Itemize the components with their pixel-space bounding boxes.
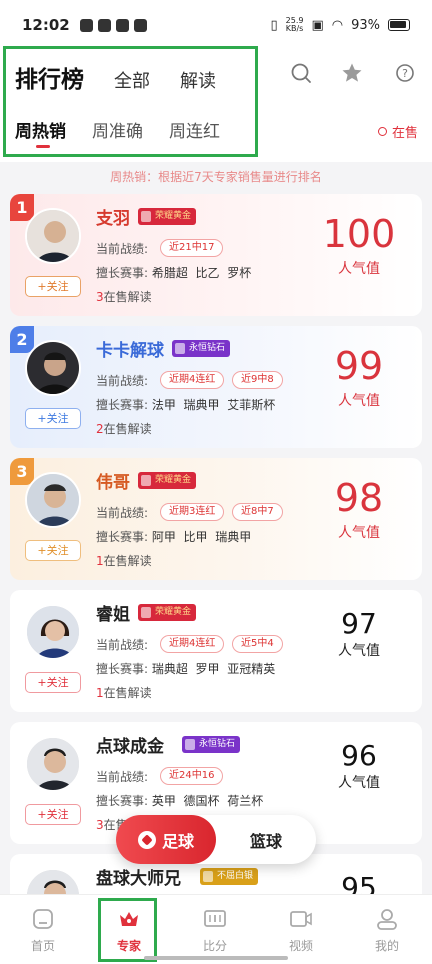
football-button[interactable]: 足球 [116, 815, 216, 864]
record-chip: 近9中8 [232, 371, 283, 389]
follow-button[interactable]: +关注 [25, 276, 81, 297]
rank-badge: 2 [10, 326, 34, 353]
honor-badge: 荣耀黄金 [138, 208, 197, 225]
record-chip: 近24中16 [160, 767, 224, 785]
expert-name: 伟哥 [96, 473, 130, 493]
popularity-value: 96 [341, 739, 377, 772]
popularity-value: 100 [322, 212, 396, 256]
status-right: ▯ 25.9 KB/s ▣ ◠ 93% [270, 17, 410, 33]
record-chip: 近期4连红 [160, 371, 225, 389]
avatar [25, 604, 81, 660]
record-chip: 近21中17 [160, 239, 224, 257]
record-chip: 近期3连红 [160, 503, 225, 521]
popularity-value: 98 [334, 476, 384, 520]
highlight-frame [3, 46, 258, 157]
honor-badge: 永恒钻石 [182, 736, 241, 753]
sim-icon: ▣ [311, 17, 324, 33]
specialty-row: 擅长赛事: 瑞典超 罗甲 亚冠精英 [96, 662, 276, 676]
rank-badge: 3 [10, 458, 34, 485]
record-label: 当前战绩: [96, 242, 149, 256]
popularity-label: 人气值 [338, 775, 380, 791]
battery-icon [388, 19, 410, 31]
radio-icon [377, 127, 387, 136]
avatar [25, 736, 81, 792]
expert-card[interactable]: 1 +关注 支羽 荣耀黄金 当前战绩: 近21中17 擅长赛事: 希腊超 比乙 … [10, 194, 422, 316]
status-bar: 12:02 ▯ 25.9 KB/s ▣ ◠ 93% [0, 0, 432, 50]
record-label: 当前战绩: [96, 770, 149, 784]
popularity-value: 99 [334, 344, 384, 388]
svg-text:?: ? [402, 67, 408, 80]
onsale-count: 3在售解读 [96, 290, 152, 304]
expert-card[interactable]: 2 +关注 卡卡解球 永恒钻石 当前战绩: 近期4连红 近9中8 擅长赛事: 法… [10, 326, 422, 448]
notification-icons [79, 18, 147, 32]
tiktok-icon [97, 18, 111, 32]
profile-icon [377, 909, 397, 930]
tab-profile[interactable]: 我的 [344, 895, 430, 964]
honor-badge: 永恒钻石 [172, 340, 231, 357]
onsale-count: 1在售解读 [96, 686, 152, 700]
expert-name: 支羽 [96, 209, 130, 229]
onsale-filter-label: 在售 [391, 126, 418, 141]
tab-home[interactable]: 首页 [0, 895, 86, 964]
app-notification-icon [115, 18, 129, 32]
home-icon [33, 909, 53, 929]
popularity-value: 97 [341, 607, 377, 640]
expert-name: 点球成金 [96, 737, 164, 757]
football-icon [137, 830, 156, 849]
record-chip: 近期4连红 [160, 635, 225, 653]
vibrate-icon: ▯ [270, 17, 278, 33]
expert-card[interactable]: 3 +关注 伟哥 荣耀黄金 当前战绩: 近期3连红 近8中7 擅长赛事: 阿甲 … [10, 458, 422, 580]
sport-toggle: 足球 篮球 [116, 815, 316, 864]
honor-badge: 荣耀黄金 [138, 604, 197, 621]
scoreboard-icon [204, 910, 226, 927]
popularity-label: 人气值 [338, 525, 380, 541]
star-icon[interactable] [341, 62, 363, 84]
record-label: 当前战绩: [96, 506, 149, 520]
specialty-row: 擅长赛事: 阿甲 比甲 瑞典甲 [96, 530, 252, 544]
popularity-label: 人气值 [338, 393, 380, 409]
app-notification-icon [79, 18, 93, 32]
battery-percent: 93% [351, 17, 380, 33]
expert-card[interactable]: +关注 睿姐 荣耀黄金 当前战绩: 近期4连红 近5中4 擅长赛事: 瑞典超 罗… [10, 590, 422, 712]
popularity-label: 人气值 [338, 261, 380, 277]
follow-button[interactable]: +关注 [25, 672, 81, 693]
help-icon[interactable]: ? [394, 62, 416, 84]
net-speed: 25.9 KB/s [285, 16, 304, 33]
record-chip: 近8中7 [232, 503, 283, 521]
app-notification-icon [133, 18, 147, 32]
search-icon[interactable] [290, 62, 312, 84]
record-label: 当前战绩: [96, 374, 149, 388]
avatar [25, 208, 81, 264]
ranking-description: 周热销：根据近7天专家销售量进行排名 [110, 170, 322, 184]
follow-button[interactable]: +关注 [25, 540, 81, 561]
avatar [25, 472, 81, 528]
honor-badge: 不屈白银 [200, 868, 259, 885]
expert-name: 睿姐 [96, 605, 130, 625]
tab-video[interactable]: 视频 [258, 895, 344, 964]
record-chip: 近5中4 [232, 635, 283, 653]
tab-scores[interactable]: 比分 [172, 895, 258, 964]
avatar [25, 340, 81, 396]
video-icon [290, 911, 312, 927]
tab-highlight-frame [98, 898, 157, 962]
basketball-button[interactable]: 篮球 [216, 815, 316, 864]
expert-name: 盘球大师兄 [96, 869, 181, 889]
follow-button[interactable]: +关注 [25, 804, 81, 825]
honor-badge: 荣耀黄金 [138, 472, 197, 489]
home-indicator [144, 956, 288, 960]
rank-badge: 1 [10, 194, 34, 221]
onsale-count: 1在售解读 [96, 554, 152, 568]
follow-button[interactable]: +关注 [25, 408, 81, 429]
specialty-row: 擅长赛事: 希腊超 比乙 罗杯 [96, 266, 252, 280]
expert-name: 卡卡解球 [96, 341, 164, 361]
onsale-count: 2在售解读 [96, 422, 152, 436]
specialty-row: 擅长赛事: 英甲 德国杯 荷兰杯 [96, 794, 264, 808]
bottom-tab-bar: 首页 专家 比分 视频 我的 [0, 894, 432, 964]
popularity-label: 人气值 [338, 643, 380, 659]
specialty-row: 擅长赛事: 法甲 瑞典甲 艾菲斯杯 [96, 398, 276, 412]
status-time: 12:02 [22, 16, 70, 34]
record-label: 当前战绩: [96, 638, 149, 652]
wifi-icon: ◠ [331, 17, 344, 33]
onsale-filter[interactable]: 在售 [377, 122, 418, 141]
